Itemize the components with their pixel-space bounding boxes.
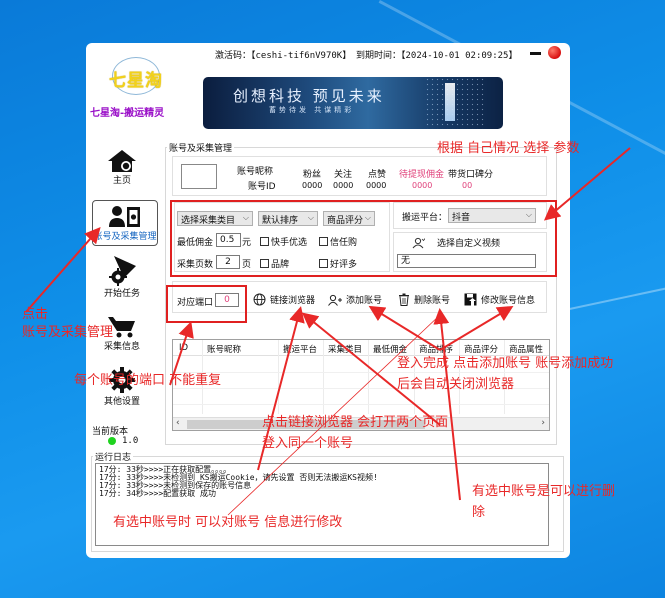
stat-value-reputation-score: 00 (462, 181, 473, 190)
stat-value-fans: 0000 (302, 181, 323, 190)
annotation-delete-line1: 有选中账号是可以进行删 (472, 484, 616, 499)
globe-icon (253, 293, 266, 306)
column-header[interactable]: 搬运平台 (283, 343, 317, 355)
annotation-login-done-line2: 后会自动关闭浏览器 (397, 377, 515, 392)
sidebar-item-account-management[interactable]: 账号及采集管理 (92, 200, 158, 246)
column-header[interactable]: ID (179, 343, 188, 353)
desktop-light-streak (560, 268, 665, 312)
annotation-choose-params: 根据 自己情况 选择 参数 (437, 141, 580, 156)
save-upload-icon (464, 293, 477, 306)
logo-text: 七星淘 (109, 71, 163, 91)
logo: 七星淘 (106, 57, 166, 95)
banner: 创想科技 预见未来 蓄势待发 共谋精彩 (203, 77, 503, 129)
stat-label-pending-commission: 待提现佣金 (399, 170, 445, 180)
sidebar-item-label: 账号及采集管理 (93, 232, 157, 242)
stat-value-pending-commission: 0000 (412, 181, 433, 190)
annotation-port-unique: 每个账号的端口 不能重复 (74, 373, 222, 388)
group-title: 账号及采集管理 (167, 141, 235, 154)
column-divider (368, 340, 369, 414)
stat-value-following: 0000 (333, 181, 354, 190)
column-header[interactable]: 最低佣金 (373, 343, 407, 355)
sidebar-item-label: 开始任务 (103, 289, 140, 299)
column-header[interactable]: 商品属性 (509, 343, 543, 355)
app-window: 激活码：【ceshi-tif6nV970K】 到期时间：【2024-10-01 … (86, 43, 570, 558)
column-header[interactable]: 账号昵称 (207, 343, 241, 355)
stat-value-likes: 0000 (366, 181, 387, 190)
trash-icon (399, 293, 409, 306)
annotation-frame-port (166, 285, 247, 323)
sidebar-item-label: 主页 (112, 176, 131, 186)
activation-code: 激活码：【ceshi-tif6nV970K】 (215, 51, 352, 61)
account-id-label: 账号ID (248, 182, 276, 192)
row-divider (173, 404, 549, 405)
link-browser-button[interactable]: 链接浏览器 (253, 293, 315, 306)
table-header: ID 账号昵称 搬运平台 采集类目 最低佣金 商品排序 商品评分 商品属性 (173, 340, 549, 356)
banner-door-graphic (445, 83, 455, 121)
scroll-left-icon[interactable]: ‹ (176, 418, 180, 428)
sidebar-item-label: 其他设置 (103, 397, 140, 407)
version-value: 1.0 (122, 436, 139, 446)
scroll-right-icon[interactable]: › (541, 418, 545, 428)
brand-subtitle: 七星淘-搬运精灵 (90, 108, 165, 119)
add-user-icon (328, 294, 342, 306)
stat-label-reputation-score: 带货口碑分 (448, 170, 494, 180)
home-icon (108, 150, 136, 172)
annotation-delete-line2: 除 (472, 505, 486, 520)
sidebar-item-start-task[interactable]: 开始任务 (89, 256, 155, 302)
sidebar-item-home[interactable]: 主页 (89, 149, 155, 191)
annotation-click-line2: 账号及采集管理 (22, 325, 114, 340)
column-divider (278, 340, 279, 414)
banner-particles (425, 77, 485, 129)
minimize-button[interactable] (530, 52, 541, 55)
add-account-button[interactable]: 添加账号 (328, 293, 382, 306)
column-header[interactable]: 商品评分 (464, 343, 498, 355)
column-divider (323, 340, 324, 414)
banner-subtitle: 蓄势待发 共谋精彩 (269, 106, 355, 114)
annotation-link-browser-line1: 点击链接浏览器 会打开两个页面 (262, 415, 449, 430)
stat-label-likes: 点赞 (368, 170, 387, 180)
close-button[interactable] (548, 46, 561, 59)
account-avatar (181, 164, 217, 189)
banner-title: 创想科技 预见未来 (233, 87, 385, 105)
annotation-login-done-line1: 登入完成 点击添加账号 账号添加成功 (397, 356, 614, 371)
start-task-icon (109, 256, 136, 286)
row-divider (173, 372, 549, 373)
group-title: 运行日志 (93, 450, 134, 463)
annotation-frame-filters (170, 200, 557, 277)
version-status-dot (108, 437, 116, 445)
annotation-link-browser-line2: 登入同一个账号 (262, 436, 354, 451)
expiry-time: 到期时间：【2024-10-01 02:09:25】 (356, 51, 518, 61)
stat-label-following: 关注 (334, 170, 353, 180)
column-header[interactable]: 商品排序 (419, 343, 453, 355)
account-card-icon (109, 206, 140, 227)
column-header[interactable]: 采集类目 (328, 343, 362, 355)
annotation-edit: 有选中账号时 可以对账号 信息进行修改 (113, 515, 343, 530)
delete-account-button[interactable]: 删除账号 (398, 293, 450, 306)
stat-label-fans: 粉丝 (303, 170, 322, 180)
nickname-label: 账号昵称 (237, 167, 274, 177)
edit-account-button[interactable]: 修改账号信息 (464, 293, 535, 306)
annotation-click-line1: 点击 (22, 307, 49, 322)
